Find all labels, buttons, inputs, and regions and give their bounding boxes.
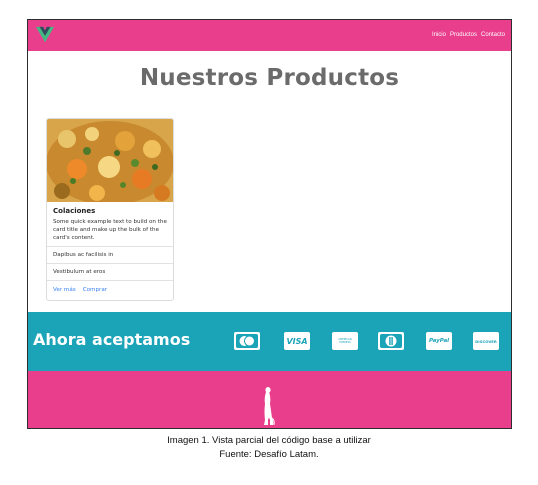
comprar-link[interactable]: Comprar (83, 287, 107, 293)
image-caption: Imagen 1. Vista parcial del código base … (167, 435, 371, 446)
vue-logo-icon[interactable] (36, 26, 54, 44)
image-source: Fuente: Desafío Latam. (219, 449, 319, 460)
card-text: Some quick example text to build on the … (53, 219, 167, 241)
card-body: Colaciones Some quick example text to bu… (47, 202, 173, 246)
card-title: Colaciones (53, 207, 96, 215)
nav-link-productos[interactable]: Productos (450, 32, 477, 38)
ver-mas-link[interactable]: Ver más (53, 287, 76, 293)
nav-links: Inicio Productos Contacto (432, 32, 505, 38)
payment-title: Ahora aceptamos (33, 330, 191, 349)
visa-label: VISA (286, 336, 308, 346)
american-express-icon: AMERICAN EXPRESS (332, 332, 358, 350)
product-card: Colaciones Some quick example text to bu… (46, 118, 174, 301)
visa-icon: VISA (284, 332, 310, 350)
discover-label: DISCOVER (475, 338, 497, 344)
amex-label: AMERICAN EXPRESS (338, 338, 352, 344)
page-title: Nuestros Productos (139, 65, 400, 91)
app-frame: Inicio Productos Contacto Nuestros Produ… (27, 19, 512, 429)
card-links: Ver más Comprar (47, 280, 173, 299)
card-list-item: Dapibus ac facilisis in (47, 246, 173, 263)
paypal-label: PayPal (428, 338, 450, 344)
card-list-item: Vestibulum at eros (47, 263, 173, 280)
mastercard-icon (234, 332, 260, 350)
discover-icon: DISCOVER (473, 332, 499, 350)
footer (28, 371, 511, 428)
paypal-icon: PayPal (426, 332, 452, 350)
nav-link-inicio[interactable]: Inicio (432, 32, 446, 38)
navbar: Inicio Productos Contacto (28, 20, 511, 51)
payment-section: Ahora aceptamos VISA AMERICAN EXPRESS Pa… (28, 312, 511, 371)
diners-club-icon (378, 332, 404, 350)
nav-link-contacto[interactable]: Contacto (481, 32, 505, 38)
food-photo (47, 119, 173, 202)
meerkat-icon (264, 387, 275, 426)
